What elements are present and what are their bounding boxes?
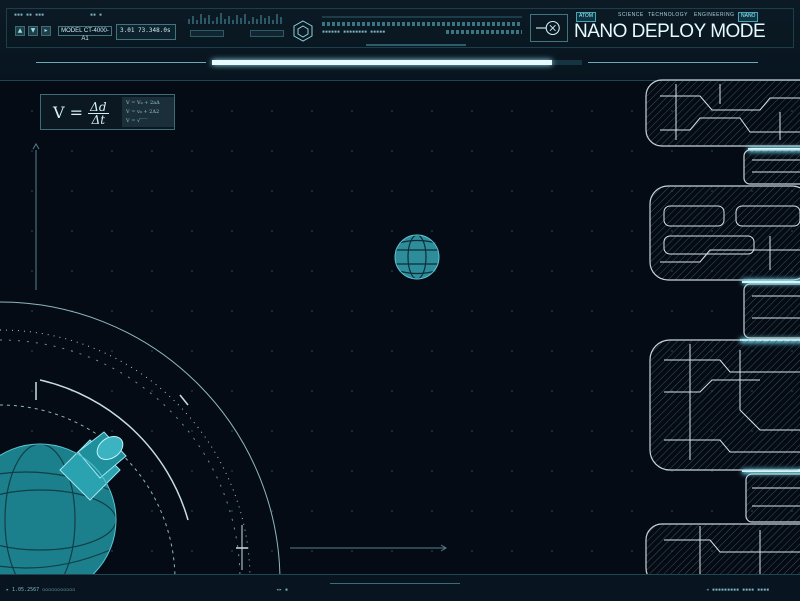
vertical-guide-arrow: [32, 143, 40, 290]
horizontal-guide-arrow: [290, 544, 447, 552]
footer-right-marks: ◂ ▪▪▪▪▪▪▪▪▪ ▪▪▪▪ ▪▪▪▪: [706, 587, 770, 593]
hud-screen: ▲ ▼ ▸ ▪▪▪ ▪▪ ▪▪▪ ▪▪ ▪ MODEL CT-4000-A1 3…: [0, 0, 800, 601]
footer-center-marks: ◂▸ ▪: [276, 587, 289, 593]
bottom-bar: ▸ 1.05.2567 ▫▫▫▫▫▫▫▫▫▫▫ ◂▸ ▪ ◂ ▪▪▪▪▪▪▪▪▪…: [0, 574, 800, 601]
atom-sphere-icon[interactable]: [0, 431, 127, 597]
globe-icon[interactable]: [394, 234, 440, 280]
scene-graphics: [0, 79, 800, 597]
footer-center-rule: [330, 583, 460, 584]
footer-code-value: 1.05.2567: [12, 587, 40, 593]
footer-code: ▸ 1.05.2567 ▫▫▫▫▫▫▫▫▫▫▫: [6, 587, 76, 593]
circuit-chip-icon: [645, 79, 800, 585]
